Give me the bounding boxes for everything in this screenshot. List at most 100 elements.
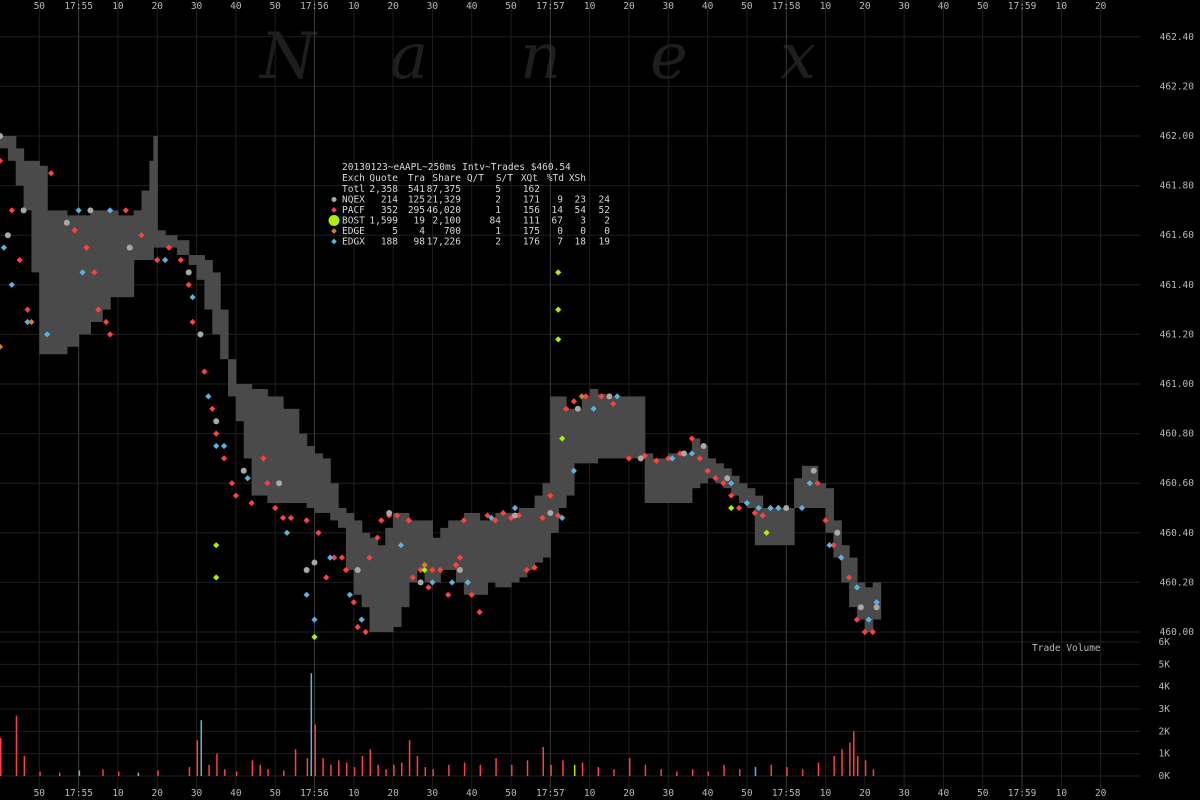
quote-band-segment [39, 165, 48, 355]
time-tick-label-top: 50 [741, 1, 753, 12]
trade-marker-nqex [63, 219, 70, 226]
volume-bar [786, 767, 788, 776]
legend-row-cell: 67 [552, 216, 563, 227]
time-tick-label-bottom: 17:57 [536, 788, 565, 799]
volume-bar [314, 724, 316, 776]
trade-marker-nqex [386, 509, 393, 516]
legend-row-cell: 52 [599, 205, 610, 216]
time-tick-label-bottom: 20 [152, 788, 164, 799]
legend-row-cell: 111 [523, 216, 540, 227]
volume-bar [849, 742, 851, 776]
quote-band-segment [746, 488, 756, 508]
time-tick-label-top: 30 [191, 1, 203, 12]
legend-row-cell: 4 [419, 226, 425, 237]
quote-band-segment [55, 210, 68, 355]
quote-band-segment [613, 396, 622, 459]
trade-marker-nqex [213, 418, 220, 425]
volume-bar [597, 767, 600, 776]
legend-row-cell: 46,020 [427, 205, 462, 216]
time-tick-label-top: 17:59 [1008, 1, 1037, 12]
legend-row-cell: 175 [523, 226, 540, 237]
volume-bar [644, 764, 647, 776]
volume-bar [424, 767, 427, 776]
volume-bar [676, 771, 678, 776]
time-tick-label-top: 20 [859, 1, 871, 12]
time-tick-label-top: 30 [427, 1, 439, 12]
legend-row-cell: 84 [490, 216, 502, 227]
legend-row-cell: 87,375 [427, 184, 461, 195]
quote-band-segment [479, 520, 489, 595]
volume-bar [479, 764, 482, 776]
volume-bar [833, 755, 835, 776]
quote-band-segment [157, 230, 166, 248]
volume-bar [416, 755, 419, 776]
quote-band-segment [259, 388, 268, 496]
quote-band-segment [778, 508, 787, 546]
volume-bar [23, 755, 26, 776]
quote-band-segment [393, 512, 402, 628]
legend-header-cell: Tra [408, 173, 425, 184]
quote-band-segment [825, 488, 834, 533]
price-tick-label: 460.40 [1160, 528, 1195, 539]
time-tick-label-bottom: 20 [1095, 788, 1107, 799]
quote-band-segment [558, 396, 567, 508]
quote-band-segment [849, 557, 858, 608]
legend-header-cell: Q/T [467, 173, 484, 184]
legend-row-cell: 352 [381, 205, 398, 216]
legend-row-cell: 17,226 [427, 237, 462, 248]
time-tick-label-bottom: 50 [269, 788, 281, 799]
time-tick-label-bottom: 10 [820, 788, 832, 799]
quote-band-segment [306, 446, 316, 508]
volume-bar [573, 764, 576, 776]
time-tick-label-bottom: 50 [741, 788, 753, 799]
volume-bar [393, 764, 395, 776]
price-tick-label: 460.60 [1160, 478, 1195, 489]
quote-band-segment [864, 587, 874, 632]
volume-bar [15, 715, 18, 776]
time-tick-label-top: 40 [702, 1, 714, 12]
trade-marker-nqex [637, 455, 644, 462]
trade-marker-nqex [511, 512, 518, 519]
quote-band-segment [731, 475, 740, 496]
quote-band-segment [432, 537, 441, 583]
quote-band-segment [345, 512, 355, 570]
quote-band-segment [707, 458, 717, 479]
volume-bar [361, 755, 364, 776]
quote-band-segment [7, 136, 17, 161]
chart-title: 20130123~eAAPL~250ms Intv~Trades $460.54 [342, 162, 571, 173]
volume-bar [511, 764, 513, 776]
quote-band-segment [676, 453, 685, 504]
volume-bar [310, 673, 313, 776]
quote-band-segment [369, 537, 378, 632]
volume-tick-label: 4K [1159, 682, 1171, 693]
quote-band-segment [833, 520, 842, 558]
volume-bar [322, 758, 324, 776]
time-tick-label-top: 20 [387, 1, 399, 12]
legend-row-cell: 295 [408, 205, 425, 216]
volume-bar [448, 764, 450, 776]
legend-row-cell: 2 [495, 195, 501, 206]
quote-band-segment [251, 388, 261, 496]
quote-band-segment [597, 393, 606, 459]
quote-band-segment [471, 512, 481, 595]
legend-row-cell: 700 [444, 226, 461, 237]
time-tick-label-top: 10 [820, 1, 832, 12]
legend-row-cell: 2,358 [369, 184, 398, 195]
trade-marker-nqex [87, 207, 94, 214]
quote-band-segment [817, 483, 827, 508]
time-tick-label-top: 30 [898, 1, 910, 12]
quote-band-segment [534, 495, 544, 563]
time-tick-label-bottom: 40 [230, 788, 242, 799]
quote-band-segment [715, 463, 724, 484]
volume-bar [432, 769, 434, 776]
quote-band-segment [314, 453, 323, 513]
quote-band-segment [117, 215, 127, 298]
quote-band-segment [786, 508, 795, 546]
time-tick-label-bottom: 10 [112, 788, 124, 799]
legend-marker-nqex [331, 197, 337, 202]
legend-row-cell: 3 [580, 216, 586, 227]
trade-marker-nqex [857, 604, 864, 611]
volume-bar [117, 771, 120, 776]
trade-marker-nqex [873, 604, 880, 611]
volume-bar [550, 764, 552, 776]
